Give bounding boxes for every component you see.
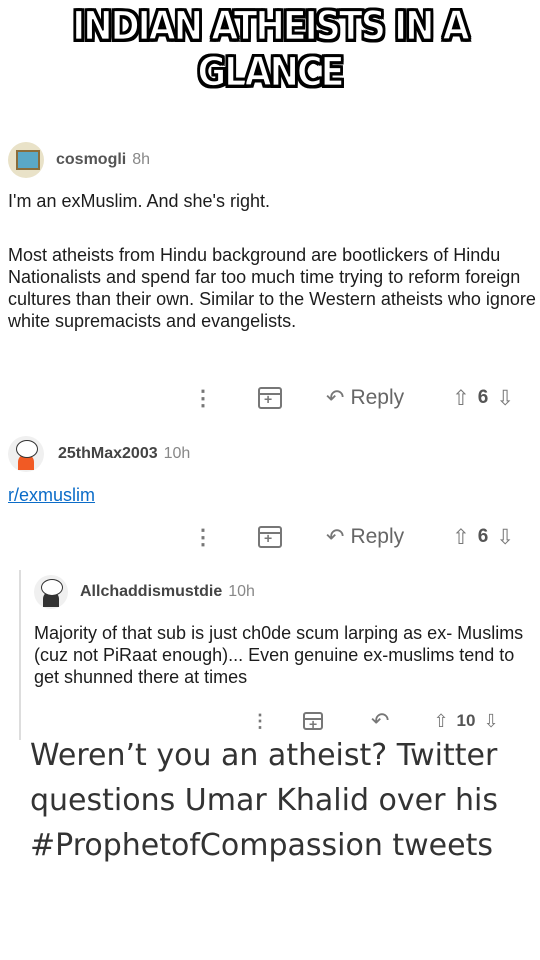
- downvote-icon[interactable]: ⇩: [496, 525, 514, 550]
- reply-label: Reply: [350, 525, 405, 548]
- username[interactable]: Allchaddismustdie: [80, 583, 222, 601]
- vote-control: ⇧ 6 ⇩: [452, 386, 514, 411]
- news-headline: Weren’t you an atheist? Twitter question…: [30, 738, 498, 863]
- award-icon[interactable]: [258, 387, 282, 409]
- upvote-icon[interactable]: ⇧: [433, 711, 448, 732]
- timestamp: 10h: [163, 445, 191, 462]
- meme-title: INDIAN ATHEISTS IN A GLANCE: [72, 3, 471, 97]
- comment-1-body: Most atheists from Hindu background are …: [8, 245, 536, 331]
- reply-icon: ↶: [326, 385, 345, 410]
- downvote-icon[interactable]: ⇩: [483, 711, 498, 732]
- more-dots-icon[interactable]: ⋮: [188, 525, 218, 550]
- avatar[interactable]: [34, 575, 68, 609]
- more-dots-icon[interactable]: ⋮: [188, 386, 218, 411]
- username[interactable]: cosmogli: [56, 151, 126, 169]
- comment-3-body: Majority of that sub is just ch0de scum …: [34, 623, 524, 687]
- reply-icon[interactable]: ↶: [371, 708, 389, 734]
- reply-button[interactable]: ↶ Reply: [326, 524, 404, 550]
- award-icon[interactable]: [258, 526, 282, 548]
- thread-line: [19, 570, 21, 740]
- timestamp: 8h: [132, 151, 151, 168]
- comment-1-actions: ⋮ ↶ Reply ⇧ 6 ⇩: [188, 385, 514, 411]
- comment-2-header: 25thMax2003 10h: [8, 436, 190, 472]
- reply-label: Reply: [350, 386, 405, 409]
- avatar[interactable]: [8, 142, 44, 178]
- award-icon[interactable]: [303, 712, 323, 732]
- subreddit-link[interactable]: r/exmuslim: [8, 484, 95, 506]
- reply-icon: ↶: [326, 524, 345, 549]
- vote-count: 6: [477, 387, 489, 408]
- comment-1-line1: I'm an exMuslim. And she's right.: [8, 191, 270, 211]
- reply-button[interactable]: ↶ Reply: [326, 385, 404, 411]
- upvote-icon[interactable]: ⇧: [452, 525, 470, 550]
- comment-3-header: Allchaddismustdie 10h: [34, 575, 255, 609]
- vote-control: ⇧ 6 ⇩: [452, 525, 514, 550]
- comment-3-actions: ⋮ ↶ ⇧ 10 ⇩: [245, 708, 499, 734]
- vote-count: 10: [456, 711, 476, 730]
- avatar[interactable]: [8, 436, 44, 472]
- comment-1-header: cosmogli 8h: [8, 142, 150, 178]
- downvote-icon[interactable]: ⇩: [496, 386, 514, 411]
- vote-count: 6: [477, 526, 489, 547]
- vote-control: ⇧ 10 ⇩: [433, 711, 498, 732]
- upvote-icon[interactable]: ⇧: [452, 386, 470, 411]
- comment-2-actions: ⋮ ↶ Reply ⇧ 6 ⇩: [188, 524, 514, 550]
- more-dots-icon[interactable]: ⋮: [245, 711, 275, 732]
- timestamp: 10h: [228, 583, 255, 600]
- username[interactable]: 25thMax2003: [58, 445, 158, 463]
